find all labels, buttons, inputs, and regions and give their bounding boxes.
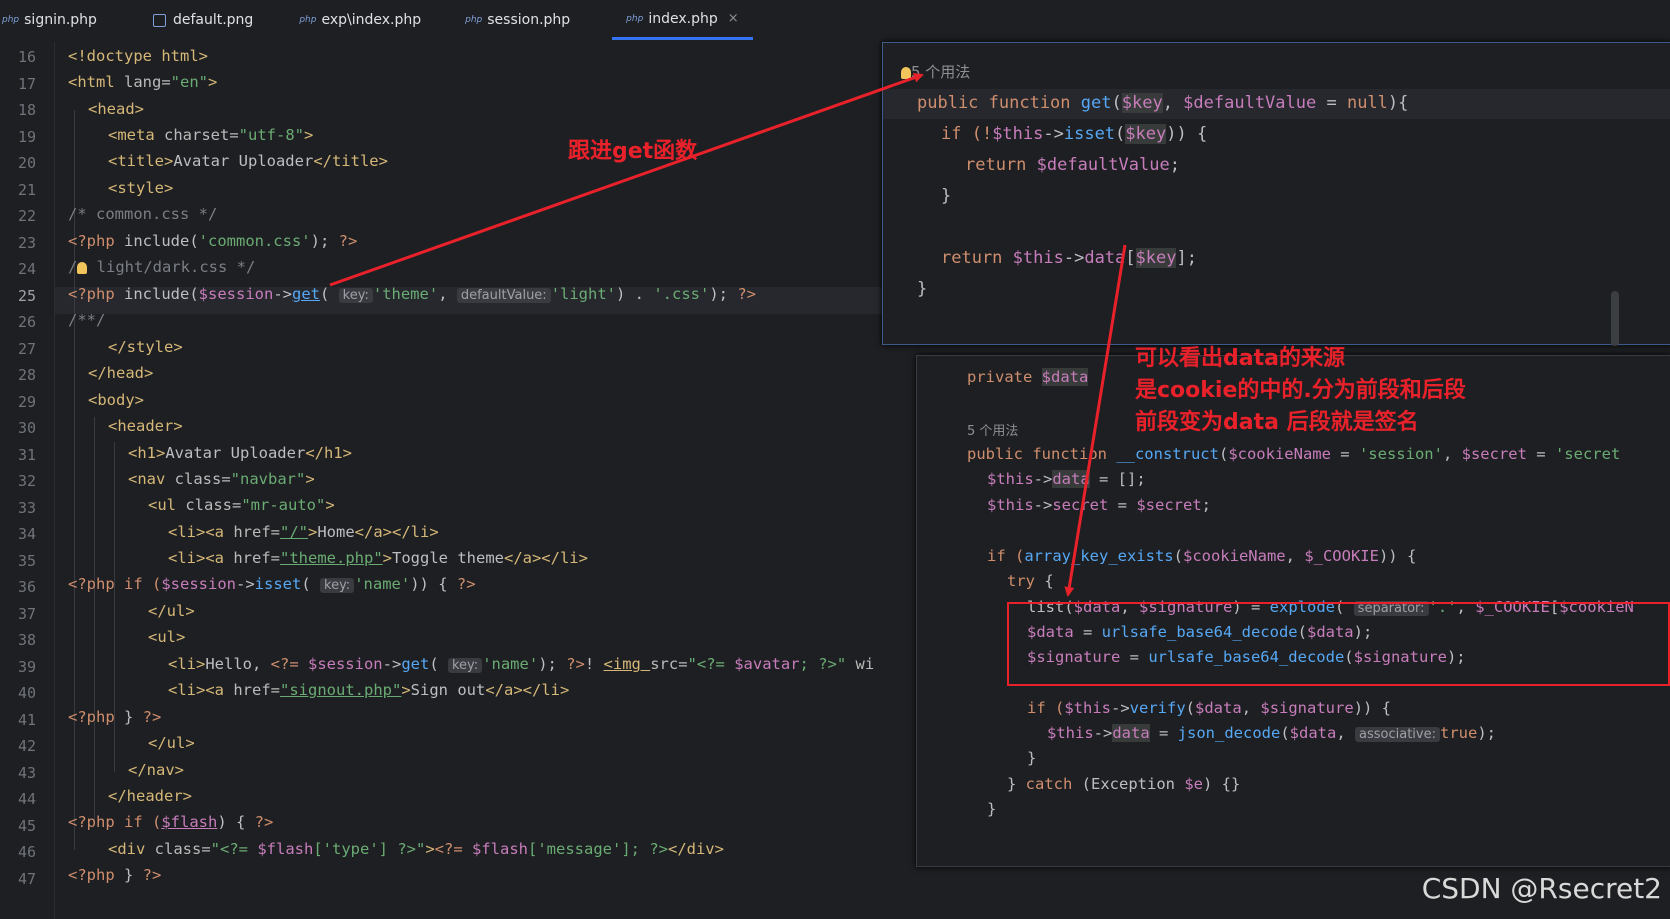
arrow-to-cookie-parse [1064, 244, 1127, 597]
watermark: CSDN @Rsecret2 [1421, 872, 1662, 905]
annotation-arrows [329, 72, 1127, 597]
arrow-to-get-definition [329, 72, 924, 287]
